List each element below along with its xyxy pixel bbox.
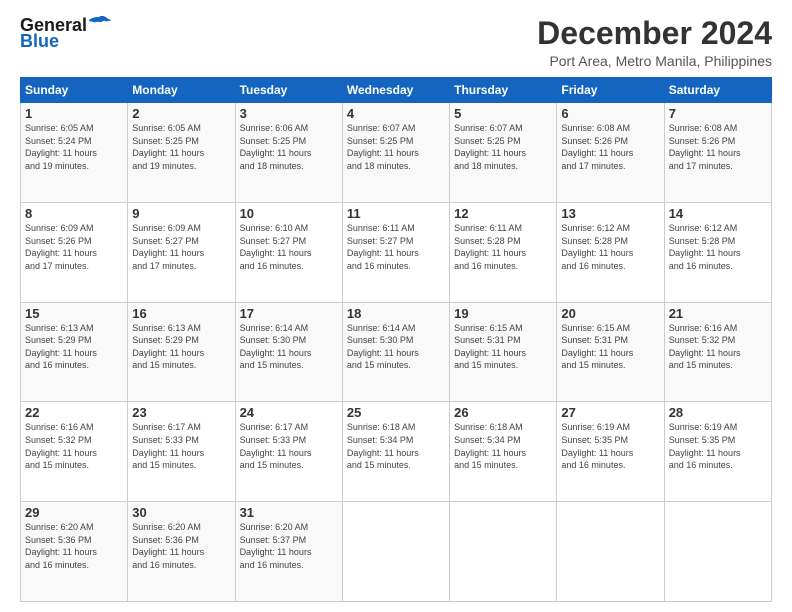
calendar-header-saturday: Saturday [664,78,771,103]
table-row: 16Sunrise: 6:13 AMSunset: 5:29 PMDayligh… [128,302,235,402]
main-title: December 2024 [537,16,772,51]
calendar-header-tuesday: Tuesday [235,78,342,103]
calendar-week-2: 8Sunrise: 6:09 AMSunset: 5:26 PMDaylight… [21,202,772,302]
calendar-header-friday: Friday [557,78,664,103]
table-row: 21Sunrise: 6:16 AMSunset: 5:32 PMDayligh… [664,302,771,402]
table-row: 26Sunrise: 6:18 AMSunset: 5:34 PMDayligh… [450,402,557,502]
table-row: 30Sunrise: 6:20 AMSunset: 5:36 PMDayligh… [128,502,235,602]
table-row: 17Sunrise: 6:14 AMSunset: 5:30 PMDayligh… [235,302,342,402]
table-row: 12Sunrise: 6:11 AMSunset: 5:28 PMDayligh… [450,202,557,302]
table-row: 20Sunrise: 6:15 AMSunset: 5:31 PMDayligh… [557,302,664,402]
logo-bird-icon [89,15,111,31]
table-row: 29Sunrise: 6:20 AMSunset: 5:36 PMDayligh… [21,502,128,602]
table-row: 3Sunrise: 6:06 AMSunset: 5:25 PMDaylight… [235,103,342,203]
calendar-week-4: 22Sunrise: 6:16 AMSunset: 5:32 PMDayligh… [21,402,772,502]
table-row: 2Sunrise: 6:05 AMSunset: 5:25 PMDaylight… [128,103,235,203]
table-row: 27Sunrise: 6:19 AMSunset: 5:35 PMDayligh… [557,402,664,502]
title-block: December 2024 Port Area, Metro Manila, P… [537,16,772,69]
table-row: 10Sunrise: 6:10 AMSunset: 5:27 PMDayligh… [235,202,342,302]
table-row [342,502,449,602]
calendar-header-row: SundayMondayTuesdayWednesdayThursdayFrid… [21,78,772,103]
table-row: 5Sunrise: 6:07 AMSunset: 5:25 PMDaylight… [450,103,557,203]
table-row: 1Sunrise: 6:05 AMSunset: 5:24 PMDaylight… [21,103,128,203]
table-row: 8Sunrise: 6:09 AMSunset: 5:26 PMDaylight… [21,202,128,302]
table-row: 18Sunrise: 6:14 AMSunset: 5:30 PMDayligh… [342,302,449,402]
table-row: 13Sunrise: 6:12 AMSunset: 5:28 PMDayligh… [557,202,664,302]
table-row: 14Sunrise: 6:12 AMSunset: 5:28 PMDayligh… [664,202,771,302]
table-row: 9Sunrise: 6:09 AMSunset: 5:27 PMDaylight… [128,202,235,302]
calendar-table: SundayMondayTuesdayWednesdayThursdayFrid… [20,77,772,602]
calendar-header-wednesday: Wednesday [342,78,449,103]
calendar-week-1: 1Sunrise: 6:05 AMSunset: 5:24 PMDaylight… [21,103,772,203]
table-row: 24Sunrise: 6:17 AMSunset: 5:33 PMDayligh… [235,402,342,502]
calendar-week-5: 29Sunrise: 6:20 AMSunset: 5:36 PMDayligh… [21,502,772,602]
page: General Blue December 2024 Port Area, Me… [0,0,792,612]
subtitle: Port Area, Metro Manila, Philippines [537,53,772,69]
table-row: 6Sunrise: 6:08 AMSunset: 5:26 PMDaylight… [557,103,664,203]
table-row: 22Sunrise: 6:16 AMSunset: 5:32 PMDayligh… [21,402,128,502]
table-row: 23Sunrise: 6:17 AMSunset: 5:33 PMDayligh… [128,402,235,502]
table-row: 4Sunrise: 6:07 AMSunset: 5:25 PMDaylight… [342,103,449,203]
calendar-header-sunday: Sunday [21,78,128,103]
calendar-week-3: 15Sunrise: 6:13 AMSunset: 5:29 PMDayligh… [21,302,772,402]
logo: General Blue [20,16,111,50]
table-row [450,502,557,602]
logo-blue-text: Blue [20,32,59,50]
table-row: 7Sunrise: 6:08 AMSunset: 5:26 PMDaylight… [664,103,771,203]
table-row: 19Sunrise: 6:15 AMSunset: 5:31 PMDayligh… [450,302,557,402]
table-row: 15Sunrise: 6:13 AMSunset: 5:29 PMDayligh… [21,302,128,402]
table-row: 28Sunrise: 6:19 AMSunset: 5:35 PMDayligh… [664,402,771,502]
header: General Blue December 2024 Port Area, Me… [20,16,772,69]
table-row [557,502,664,602]
table-row: 11Sunrise: 6:11 AMSunset: 5:27 PMDayligh… [342,202,449,302]
calendar-header-thursday: Thursday [450,78,557,103]
table-row: 31Sunrise: 6:20 AMSunset: 5:37 PMDayligh… [235,502,342,602]
calendar-header-monday: Monday [128,78,235,103]
table-row: 25Sunrise: 6:18 AMSunset: 5:34 PMDayligh… [342,402,449,502]
table-row [664,502,771,602]
